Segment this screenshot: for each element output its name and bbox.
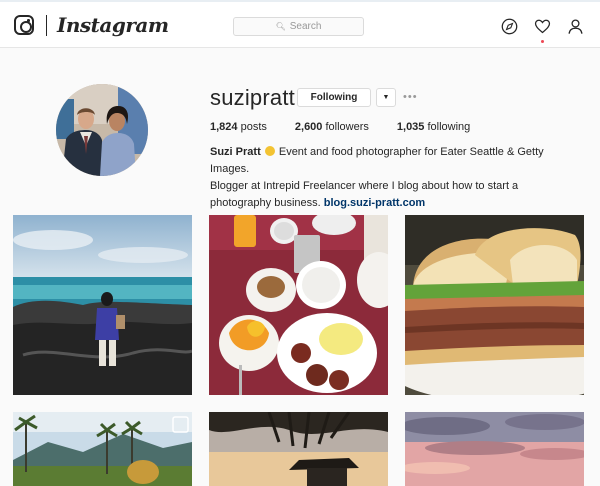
heart-icon[interactable] bbox=[534, 18, 551, 35]
post-tile[interactable] bbox=[13, 412, 192, 486]
chevron-down-icon: ▼ bbox=[382, 94, 390, 101]
profile-avatar[interactable] bbox=[56, 84, 148, 176]
instagram-wordmark[interactable]: Instagram bbox=[57, 13, 169, 37]
profile-stats: 1,824 posts 2,600 followers 1,035 follow… bbox=[210, 121, 498, 133]
post-tile[interactable] bbox=[13, 215, 192, 395]
bio-website-link[interactable]: blog.suzi-pratt.com bbox=[324, 197, 425, 209]
post-tile[interactable] bbox=[405, 215, 584, 395]
post-tile[interactable] bbox=[405, 412, 584, 486]
post-tile[interactable] bbox=[209, 412, 388, 486]
profile-username: suzipratt bbox=[210, 85, 295, 110]
notification-dot bbox=[541, 40, 544, 43]
person-icon[interactable] bbox=[567, 18, 584, 35]
more-options-icon[interactable]: ••• bbox=[403, 91, 418, 103]
smiley-emoji-icon bbox=[264, 146, 275, 156]
suggestions-dropdown-button[interactable]: ▼ bbox=[376, 88, 396, 107]
bio-full-name: Suzi Pratt bbox=[210, 146, 261, 158]
search-icon: 🔍︎ bbox=[275, 22, 286, 31]
post-tile[interactable] bbox=[209, 215, 388, 395]
profile-bio: Suzi Pratt Event and food photographer f… bbox=[210, 144, 580, 212]
search-placeholder: Search bbox=[289, 21, 322, 32]
compass-icon[interactable] bbox=[501, 18, 518, 35]
instagram-logo-icon[interactable] bbox=[14, 15, 34, 35]
logo-divider bbox=[46, 15, 47, 36]
followers-count[interactable]: 2,600 followers bbox=[295, 121, 369, 133]
bio-line1: Event and food photographer for Eater Se… bbox=[210, 146, 544, 175]
posts-count: 1,824 posts bbox=[210, 121, 267, 133]
top-navigation-bar: Instagram 🔍︎ Search bbox=[0, 0, 600, 48]
following-count[interactable]: 1,035 following bbox=[397, 121, 470, 133]
search-input[interactable]: 🔍︎ Search bbox=[233, 17, 364, 36]
following-button[interactable]: Following bbox=[297, 88, 371, 107]
